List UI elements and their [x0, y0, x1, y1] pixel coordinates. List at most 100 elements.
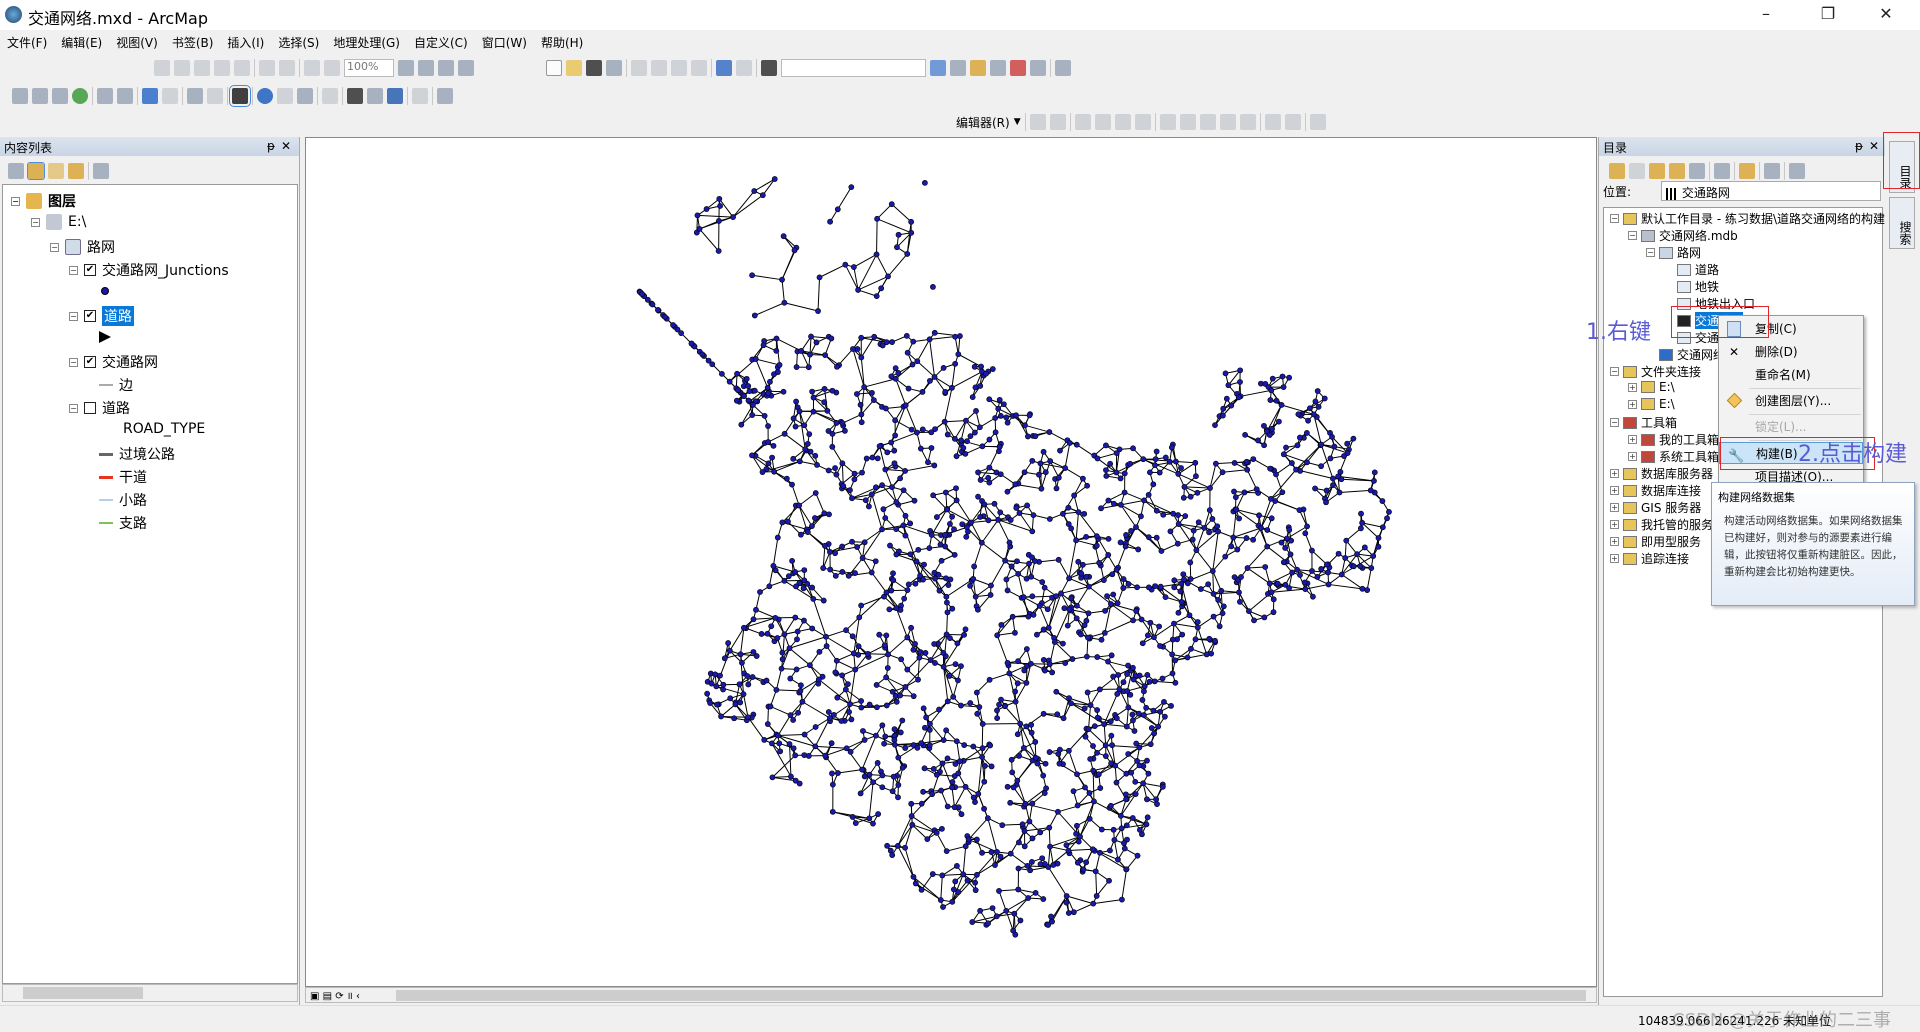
toc-horizontal-scrollbar[interactable]: [2, 984, 298, 1002]
toc-db[interactable]: −E:\: [31, 214, 86, 230]
find-route-icon[interactable]: [367, 88, 383, 104]
fixed-zoom-out-icon[interactable]: [117, 88, 133, 104]
find-icon[interactable]: [347, 88, 363, 104]
catalog-item[interactable]: −文件夹连接: [1610, 363, 1701, 380]
print-icon[interactable]: [606, 60, 622, 76]
expander-icon[interactable]: +: [1628, 452, 1637, 461]
cut-polygons-icon[interactable]: [1200, 114, 1216, 130]
zoom-in-layout-icon[interactable]: [154, 60, 170, 76]
zoom-100-icon[interactable]: [234, 60, 250, 76]
toc-layer-roads-2[interactable]: −道路: [69, 398, 130, 418]
pin-icon[interactable]: ᵽ: [267, 139, 275, 153]
html-popup-icon[interactable]: [297, 88, 313, 104]
point-icon[interactable]: [1135, 114, 1151, 130]
menu-item-delete[interactable]: ✕删除(D): [1719, 341, 1863, 363]
data-view-button[interactable]: ▣ ▤ ⟳ ॥ ‹: [306, 991, 360, 1002]
menu-file[interactable]: 文件(F): [0, 30, 54, 51]
location-input[interactable]: 交通路网: [1661, 181, 1881, 201]
back-extent-icon[interactable]: [304, 60, 320, 76]
open-icon[interactable]: [566, 60, 582, 76]
fixed-zoom-out-icon[interactable]: [279, 60, 295, 76]
expander-icon[interactable]: +: [1610, 469, 1619, 478]
catalog-item[interactable]: +数据库服务器: [1610, 465, 1713, 482]
save-icon[interactable]: [586, 60, 602, 76]
go-forward-icon[interactable]: [162, 88, 178, 104]
up-one-level-icon[interactable]: [1649, 163, 1665, 179]
catalog-item[interactable]: +E:\: [1628, 380, 1675, 394]
catalog-item[interactable]: −工具箱: [1610, 414, 1677, 431]
clear-selection-icon[interactable]: [207, 88, 223, 104]
toggle-contents-icon[interactable]: [1764, 163, 1780, 179]
catalog-item[interactable]: +我托管的服务: [1610, 516, 1713, 533]
zoom-out-layout-icon[interactable]: [174, 60, 190, 76]
expander-icon[interactable]: +: [1628, 383, 1637, 392]
menu-item-lock[interactable]: 锁定(L)...: [1719, 416, 1863, 438]
menu-help[interactable]: 帮助(H): [534, 30, 590, 51]
edit-vertices-icon[interactable]: [1160, 114, 1176, 130]
layer-visibility-checkbox[interactable]: ✔: [84, 356, 96, 368]
python-window-icon[interactable]: [1030, 60, 1046, 76]
zoom-in-icon[interactable]: [12, 88, 28, 104]
catalog-item[interactable]: +系统工具箱: [1628, 448, 1719, 465]
menu-view[interactable]: 视图(V): [109, 30, 165, 51]
close-icon[interactable]: ✕: [281, 139, 291, 153]
forward-icon[interactable]: [1629, 163, 1645, 179]
catalog-item[interactable]: +GIS 服务器: [1610, 499, 1701, 516]
fixed-zoom-in-icon[interactable]: [97, 88, 113, 104]
expander-icon[interactable]: −: [1628, 231, 1637, 240]
menu-item-rename[interactable]: 重命名(M): [1719, 364, 1863, 386]
list-by-selection-icon[interactable]: [68, 163, 84, 179]
expander-icon[interactable]: +: [1628, 400, 1637, 409]
menu-geoprocessing[interactable]: 地理处理(G): [326, 30, 407, 51]
go-back-icon[interactable]: [142, 88, 158, 104]
expander-icon[interactable]: +: [1610, 554, 1619, 563]
default-gdb-icon[interactable]: [1689, 163, 1705, 179]
menu-selection[interactable]: 选择(S): [271, 30, 326, 51]
magnifier-window-icon[interactable]: [437, 88, 453, 104]
select-elements-icon[interactable]: [232, 88, 248, 104]
list-by-drawing-order-icon[interactable]: [8, 163, 24, 179]
editor-toolbar-icon[interactable]: [930, 60, 946, 76]
edit-annotation-icon[interactable]: [1050, 114, 1066, 130]
expander-icon[interactable]: −: [1610, 418, 1619, 427]
catalog-item[interactable]: +我的工具箱: [1628, 431, 1719, 448]
expander-icon[interactable]: −: [1610, 214, 1619, 223]
expander-icon[interactable]: +: [1610, 537, 1619, 546]
cut-icon[interactable]: [631, 60, 647, 76]
pin-icon[interactable]: ᵽ: [1855, 139, 1863, 153]
create-features-icon[interactable]: [1310, 114, 1326, 130]
search-side-tab[interactable]: 搜索: [1889, 197, 1915, 249]
catalog-item[interactable]: +即用型服务: [1610, 533, 1701, 550]
expander-icon[interactable]: +: [1610, 503, 1619, 512]
reshape-icon[interactable]: [1180, 114, 1196, 130]
zoom-out-icon[interactable]: [32, 88, 48, 104]
straight-segment-icon[interactable]: [1075, 114, 1091, 130]
catalog-item[interactable]: −默认工作目录 - 练习数据\道路交通网络的构建: [1610, 210, 1885, 227]
select-features-icon[interactable]: [187, 88, 203, 104]
layer-visibility-checkbox[interactable]: [84, 402, 96, 414]
goto-xy-icon[interactable]: [387, 88, 403, 104]
expander-icon[interactable]: +: [1610, 520, 1619, 529]
delete-icon[interactable]: [691, 60, 707, 76]
catalog-window-icon[interactable]: [970, 60, 986, 76]
options-icon[interactable]: [1789, 163, 1805, 179]
catalog-item[interactable]: +E:\: [1628, 397, 1675, 411]
map-canvas[interactable]: [305, 137, 1597, 987]
model-builder-icon[interactable]: [1055, 60, 1071, 76]
catalog-item[interactable]: −路网: [1646, 244, 1701, 261]
new-document-icon[interactable]: [546, 60, 562, 76]
attributes-icon[interactable]: [1265, 114, 1281, 130]
views-icon[interactable]: [1714, 163, 1730, 179]
rotate-icon[interactable]: [1240, 114, 1256, 130]
connect-folder-icon[interactable]: [1739, 163, 1755, 179]
catalog-item[interactable]: 地铁: [1664, 278, 1719, 295]
expander-icon[interactable]: −: [1610, 367, 1619, 376]
catalog-item[interactable]: +追踪连接: [1610, 550, 1689, 567]
toc-layer-network[interactable]: −✔交通路网: [69, 352, 158, 372]
close-icon[interactable]: ✕: [1869, 139, 1879, 153]
identify-icon[interactable]: [257, 88, 273, 104]
menu-customize[interactable]: 自定义(C): [407, 30, 475, 51]
catalog-item[interactable]: −交通网络.mdb: [1628, 227, 1738, 244]
menu-windows[interactable]: 窗口(W): [475, 30, 534, 51]
layer-visibility-checkbox[interactable]: ✔: [84, 264, 96, 276]
